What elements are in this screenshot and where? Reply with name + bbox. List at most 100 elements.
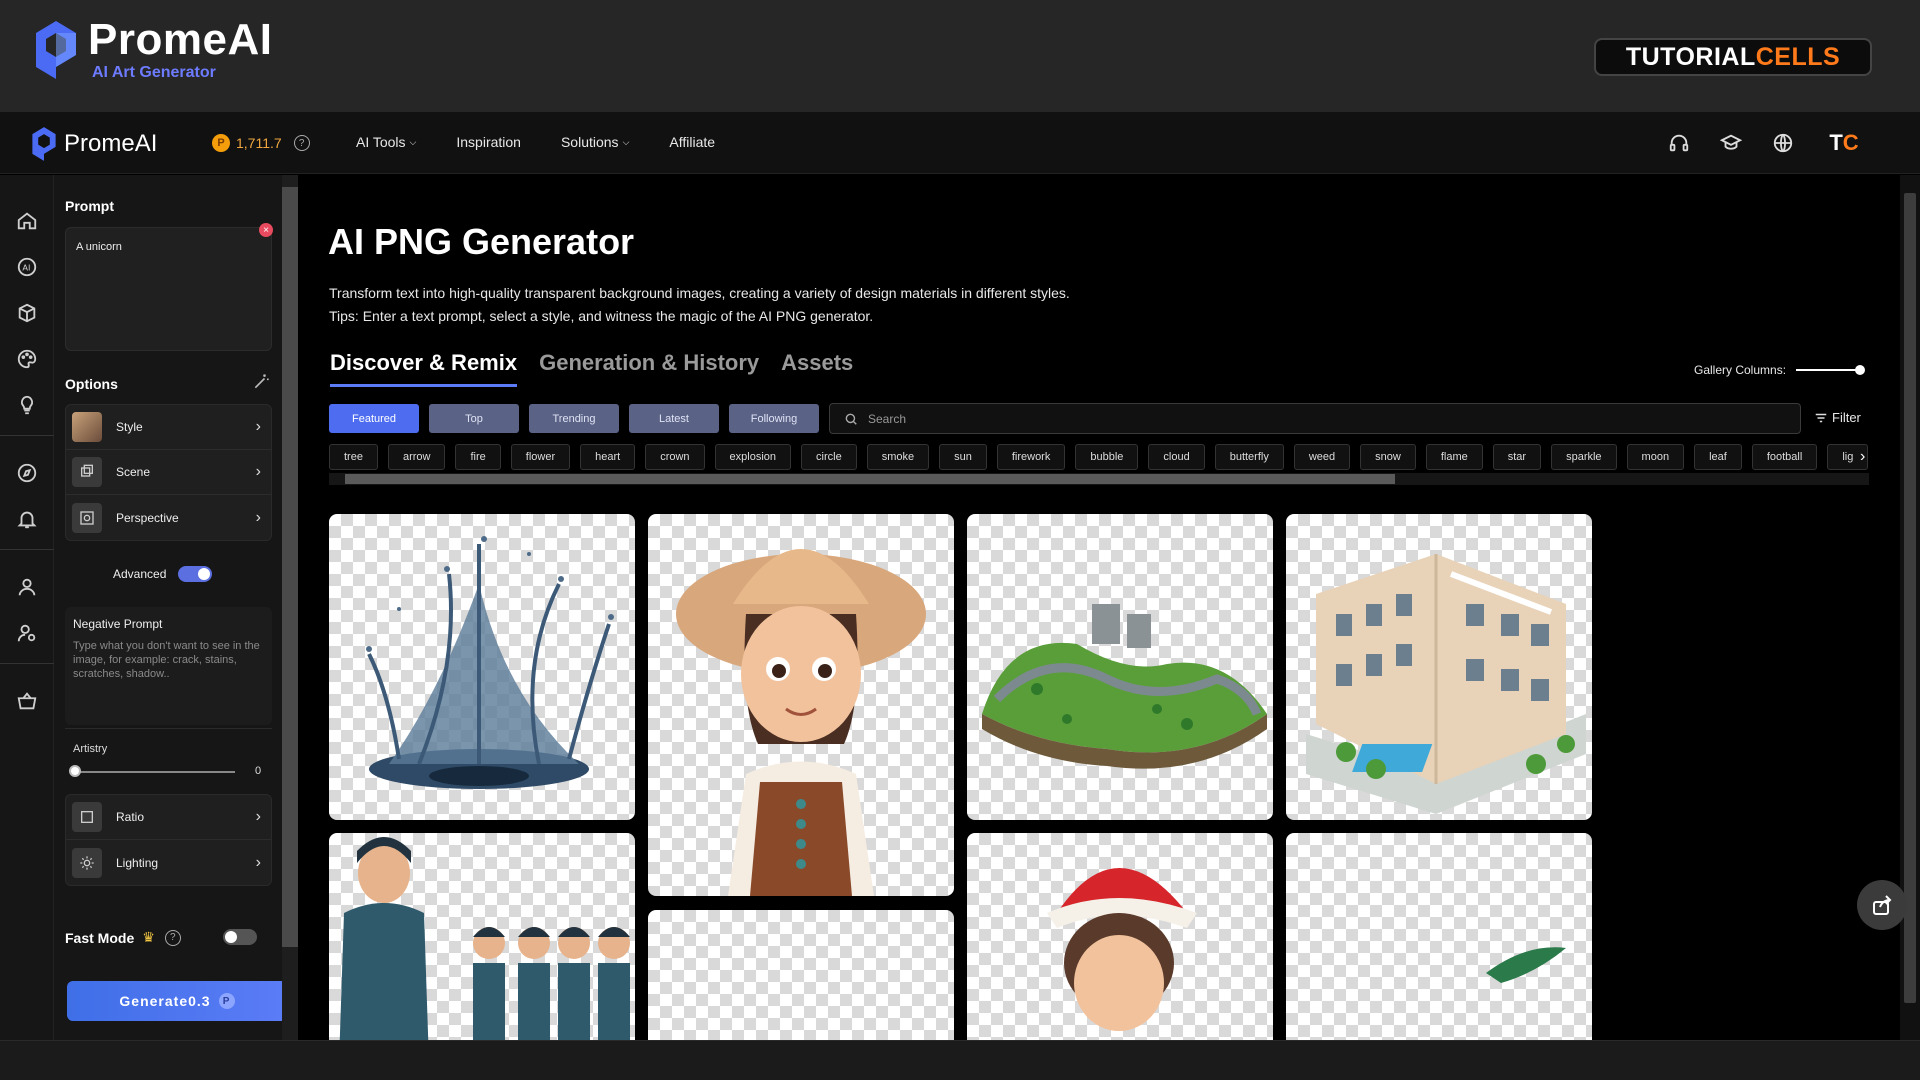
help-icon[interactable]: ? <box>293 135 310 151</box>
option-lighting[interactable]: Lighting › <box>66 840 271 885</box>
crown-icon: ♛ <box>142 929 155 945</box>
gallery-card-pilot-character[interactable] <box>329 833 635 1040</box>
filter-button[interactable]: Filter <box>1814 410 1861 425</box>
tag-chip[interactable]: sun <box>939 444 987 470</box>
main-scroll-thumb[interactable] <box>1904 193 1916 1003</box>
headset-icon[interactable] <box>1666 130 1692 156</box>
ai-icon[interactable]: AI <box>14 254 40 280</box>
search-placeholder: Search <box>868 411 907 426</box>
cube-icon[interactable] <box>14 300 40 326</box>
compass-icon[interactable] <box>14 460 40 486</box>
panel-scrollbar[interactable] <box>282 175 298 1040</box>
nav-link-solutions[interactable]: Solutions ⌵ <box>561 134 629 150</box>
filter-trending[interactable]: Trending <box>529 404 619 433</box>
tag-chip[interactable]: fire <box>455 444 501 470</box>
nav-link-ai-tools[interactable]: AI Tools ⌵ <box>356 134 416 150</box>
search-input[interactable]: Search <box>829 403 1801 434</box>
gallery-card-mansion[interactable] <box>1286 514 1592 820</box>
gallery-card-empty[interactable] <box>648 910 954 1040</box>
tag-row-scrollbar[interactable] <box>329 473 1869 485</box>
tag-chip[interactable]: cloud <box>1148 444 1205 470</box>
option-ratio[interactable]: Ratio › <box>66 795 271 840</box>
advanced-toggle[interactable] <box>178 566 212 582</box>
toggle-knob <box>198 568 210 580</box>
filter-latest[interactable]: Latest <box>629 404 719 433</box>
slider-handle[interactable] <box>1855 365 1866 375</box>
tag-chip[interactable]: sparkle <box>1551 444 1617 470</box>
tag-chip[interactable]: weed <box>1293 444 1351 470</box>
home-icon[interactable] <box>14 208 40 234</box>
tab-discover-remix[interactable]: Discover & Remix <box>330 350 518 387</box>
fast-mode-toggle[interactable] <box>223 929 257 945</box>
clear-prompt-icon[interactable]: × <box>259 223 273 237</box>
tag-chip[interactable]: moon <box>1626 444 1685 470</box>
lightbulb-icon[interactable] <box>14 392 40 418</box>
gallery-card-water-splash[interactable] <box>329 514 635 820</box>
option-label: Style <box>116 420 143 434</box>
gallery-columns-label: Gallery Columns: <box>1694 363 1787 377</box>
tag-chip[interactable]: football <box>1751 444 1818 470</box>
artistry-slider-handle[interactable] <box>69 765 81 777</box>
bell-icon[interactable] <box>14 506 40 532</box>
tag-chip[interactable]: butterfly <box>1214 444 1284 470</box>
tag-chip[interactable]: tree <box>329 444 378 470</box>
option-style[interactable]: Style › <box>66 405 271 450</box>
tag-chip[interactable]: flame <box>1425 444 1483 470</box>
tag-chip[interactable]: leaf <box>1694 444 1742 470</box>
magic-wand-icon[interactable] <box>252 371 272 391</box>
generate-button[interactable]: Generate0.3 P <box>67 981 287 1021</box>
negative-prompt-title: Negative Prompt <box>73 617 163 631</box>
gallery-columns-slider[interactable] <box>1796 365 1866 375</box>
tag-chip[interactable]: heart <box>580 444 636 470</box>
gallery-card-great-wall[interactable] <box>967 514 1273 820</box>
tag-chip[interactable]: smoke <box>866 444 930 470</box>
artistry-label: Artistry <box>73 743 108 755</box>
gallery-card-pirate-boy[interactable] <box>967 833 1273 1040</box>
tag-chip[interactable]: flower <box>510 444 571 470</box>
mansion-building-image <box>1306 554 1586 814</box>
svg-text:AI: AI <box>22 263 30 273</box>
gallery-card-leaf[interactable] <box>1286 833 1592 1040</box>
prompt-value: A unicorn <box>76 241 122 253</box>
palette-icon[interactable] <box>14 346 40 372</box>
artistry-slider[interactable] <box>75 771 235 773</box>
style-thumbnail <box>72 412 102 442</box>
chevron-right-icon[interactable]: › <box>1860 448 1865 466</box>
credits-display[interactable]: P 1,711.7 ? <box>212 134 310 152</box>
user-avatar[interactable]: TC <box>1822 126 1866 160</box>
filter-top[interactable]: Top <box>429 404 519 433</box>
basket-icon[interactable] <box>14 688 40 714</box>
tag-chip[interactable]: snow <box>1360 444 1416 470</box>
option-label: Perspective <box>116 510 179 525</box>
tag-chip[interactable]: star <box>1492 444 1542 470</box>
panel-scroll-thumb[interactable] <box>282 187 298 947</box>
option-scene[interactable]: Scene › <box>66 450 271 495</box>
nav-link-inspiration[interactable]: Inspiration <box>456 134 521 150</box>
tag-chip[interactable]: arrow <box>387 444 446 470</box>
negative-prompt-field[interactable]: Negative Prompt Type what you don't want… <box>65 607 272 725</box>
nav-logo[interactable]: PromeAI <box>30 126 157 162</box>
great-wall-image <box>982 604 1267 769</box>
badge-text-tutorial: TUTORIAL <box>1625 42 1756 71</box>
tab-assets[interactable]: Assets <box>781 350 853 387</box>
advanced-label: Advanced <box>113 567 167 581</box>
tag-chip[interactable]: bubble <box>1075 444 1139 470</box>
help-icon[interactable]: ? <box>164 929 181 946</box>
user-settings-icon[interactable] <box>14 620 40 646</box>
tab-generation-history[interactable]: Generation & History <box>539 350 759 387</box>
tag-chip[interactable]: firework <box>996 444 1066 470</box>
tag-chip[interactable]: crown <box>645 444 705 470</box>
user-icon[interactable] <box>14 574 40 600</box>
globe-icon[interactable] <box>1770 130 1796 156</box>
option-perspective[interactable]: Perspective › <box>66 495 271 540</box>
tag-chip[interactable]: explosion <box>714 444 792 470</box>
nav-link-affiliate[interactable]: Affiliate <box>669 134 715 150</box>
tag-scroll-thumb[interactable] <box>345 474 1395 484</box>
filter-featured[interactable]: Featured <box>329 404 419 433</box>
share-button[interactable] <box>1857 880 1907 930</box>
prompt-textarea[interactable]: A unicorn <box>65 227 272 389</box>
gallery-card-cowgirl[interactable] <box>648 514 954 896</box>
filter-following[interactable]: Following <box>729 404 819 433</box>
tag-chip[interactable]: circle <box>801 444 857 470</box>
graduation-cap-icon[interactable] <box>1718 130 1744 156</box>
